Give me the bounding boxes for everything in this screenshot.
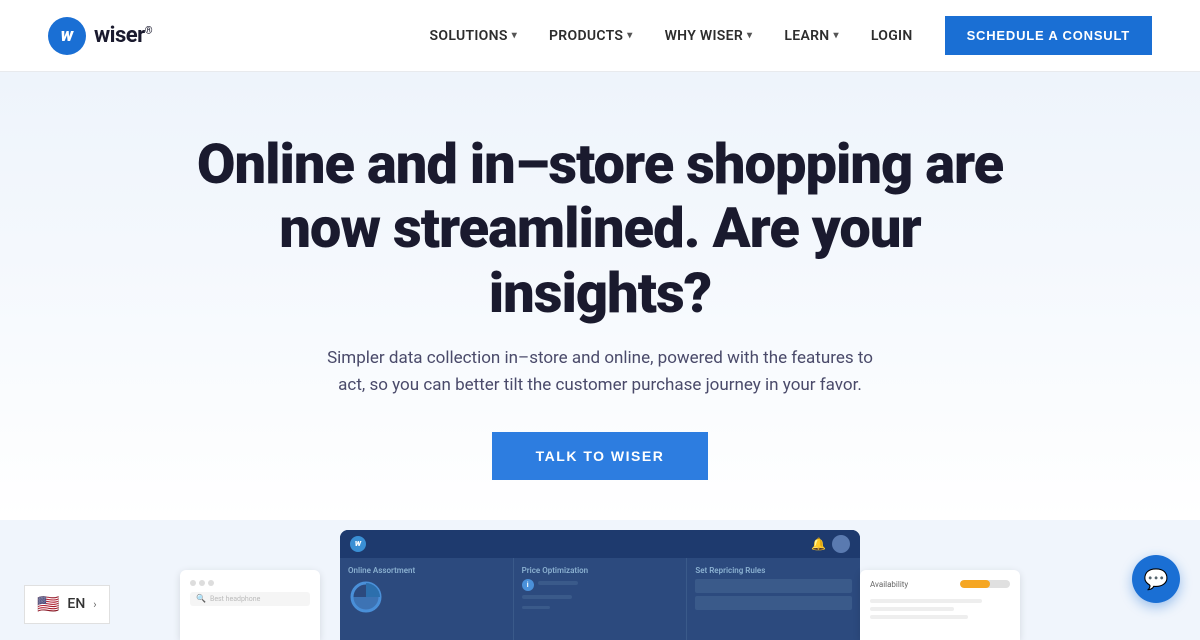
detail-line <box>870 607 954 611</box>
flag-icon: 🇺🇸 <box>37 594 59 615</box>
mockup-header: w 🔔 <box>340 530 860 558</box>
window-controls <box>190 580 310 586</box>
search-icon: 🔍 <box>196 594 206 603</box>
nav-item-solutions[interactable]: SOLUTIONS ▾ <box>430 28 517 44</box>
logo-wordmark: wiser® <box>94 23 152 48</box>
talk-to-wiser-button[interactable]: TALK TO WISER <box>492 432 709 480</box>
availability-fill <box>960 580 990 588</box>
chevron-down-icon: ▾ <box>627 30 632 41</box>
dot-2 <box>199 580 205 586</box>
mockup-col-2-title: Price Optimization <box>522 566 679 575</box>
mockup-col-3: Set Repricing Rules <box>687 558 860 640</box>
mockup-line <box>522 595 572 599</box>
nav-item-learn[interactable]: LEARN ▾ <box>784 28 838 44</box>
chat-icon: 💬 <box>1144 567 1169 591</box>
language-selector[interactable]: 🇺🇸 EN › <box>24 585 110 624</box>
chevron-down-icon: ▾ <box>833 30 838 41</box>
logo-icon: w <box>48 17 86 55</box>
right-preview-card: Availability <box>860 570 1020 640</box>
mockup-logo: w <box>350 536 366 552</box>
hero-section: Online and in–store shopping are now str… <box>0 72 1200 520</box>
availability-row: Availability <box>870 580 1010 589</box>
main-nav: SOLUTIONS ▾ PRODUCTS ▾ WHY WISER ▾ LEARN… <box>430 16 1152 55</box>
dot-3 <box>208 580 214 586</box>
preview-area: 🇺🇸 EN › 🔍 Best headphone w 🔔 Online Asso… <box>0 520 1200 640</box>
mockup-content: Online Assortment Price Optimization i <box>340 558 860 640</box>
mockup-col-3-title: Set Repricing Rules <box>695 566 852 575</box>
search-bar-mockup: 🔍 Best headphone <box>190 592 310 606</box>
search-placeholder: Best headphone <box>210 595 260 603</box>
dashboard-mockup: w 🔔 Online Assortment Price Optimization <box>340 530 860 640</box>
mockup-line <box>538 581 578 585</box>
header: w wiser® SOLUTIONS ▾ PRODUCTS ▾ WHY WISE… <box>0 0 1200 72</box>
mockup-col-1-title: Online Assortment <box>348 566 505 575</box>
availability-label: Availability <box>870 580 908 589</box>
bell-icon: 🔔 <box>811 537 826 551</box>
logo[interactable]: w wiser® <box>48 17 152 55</box>
dot-1 <box>190 580 196 586</box>
detail-line <box>870 599 982 603</box>
chevron-right-icon: › <box>93 598 96 611</box>
hero-subtitle: Simpler data collection in–store and onl… <box>320 345 880 399</box>
availability-bar <box>960 580 1010 588</box>
availability-detail-lines <box>870 599 1010 619</box>
language-label: EN <box>67 596 85 612</box>
chevron-down-icon: ▾ <box>747 30 752 41</box>
nav-item-products[interactable]: PRODUCTS ▾ <box>549 28 633 44</box>
mockup-col-1: Online Assortment <box>340 558 514 640</box>
chevron-down-icon: ▾ <box>512 30 517 41</box>
mockup-line <box>522 606 550 609</box>
detail-line <box>870 615 968 619</box>
chat-bubble-button[interactable]: 💬 <box>1132 555 1180 603</box>
left-preview-card: 🔍 Best headphone <box>180 570 320 640</box>
schedule-consult-button[interactable]: SCHEDULE A CONSULT <box>945 16 1152 55</box>
nav-item-why-wiser[interactable]: WHY WISER ▾ <box>665 28 753 44</box>
mockup-col-2: Price Optimization i <box>514 558 688 640</box>
mockup-avatar <box>832 535 850 553</box>
login-link[interactable]: LOGIN <box>871 28 913 44</box>
hero-title: Online and in–store shopping are now str… <box>175 132 1025 325</box>
pie-chart-icon <box>348 579 384 615</box>
